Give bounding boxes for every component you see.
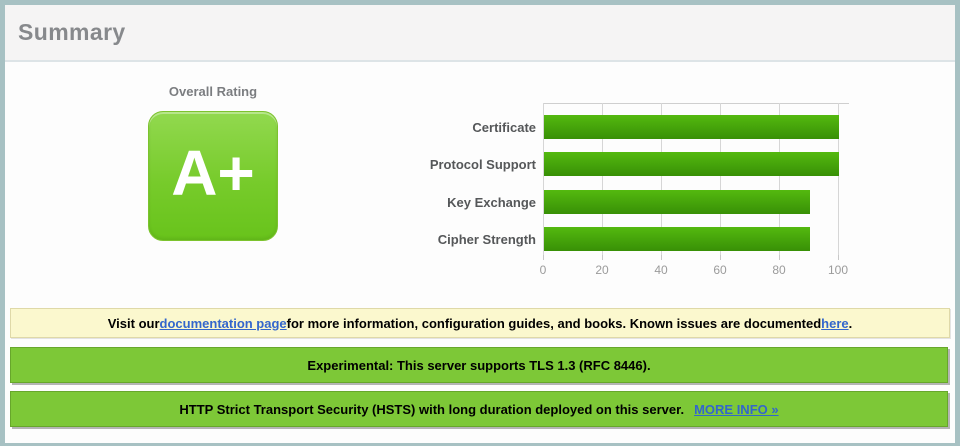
x-axis-tick-mark [543,255,544,260]
x-axis-tick-label: 80 [772,263,786,277]
chart-bar [544,190,810,214]
summary-header: Summary [5,5,955,62]
documentation-notice-text: Visit our [107,315,160,331]
overall-rating-block: Overall Rating A+ [148,84,278,241]
hsts-notice: HTTP Strict Transport Security (HSTS) wi… [10,391,948,427]
chart-bar [544,152,839,176]
chart-category-label: Certificate [472,120,536,135]
chart-bar [544,115,839,139]
x-axis-tick-mark [838,255,839,260]
page-title: Summary [18,19,126,45]
x-axis-tick-mark [720,255,721,260]
rating-bar-chart: 0 20 40 60 80 100 [540,103,848,277]
overall-rating-label: Overall Rating [168,84,258,99]
chart-category-label: Cipher Strength [437,232,536,247]
x-axis-tick-mark [602,255,603,260]
x-axis-tick-mark [779,255,780,260]
x-axis-tick-label: 0 [539,263,547,277]
grade-badge: A+ [148,111,278,241]
chart-category-label: Protocol Support [429,157,536,172]
x-axis-tick-label: 100 [827,263,849,277]
summary-body: Overall Rating A+ 0 20 40 60 80 100 Visit our… [5,62,955,441]
summary-panel: Summary Overall Rating A+ 0 20 40 60 80 100 V… [0,0,960,446]
tls13-experimental-notice: Experimental: This server supports TLS 1… [10,347,948,383]
documentation-notice: Visit our documentation page for more in… [10,308,950,338]
hsts-more-info-link[interactable]: MORE INFO » [694,402,779,417]
x-axis-tick-label: 20 [595,263,609,277]
x-axis-tick-label: 60 [713,263,727,277]
x-axis-tick-label: 40 [654,263,668,277]
tls13-experimental-text: Experimental: This server supports TLS 1… [307,357,651,373]
hsts-text: HTTP Strict Transport Security (HSTS) wi… [179,401,685,417]
chart-bar [544,227,810,251]
chart-category-label: Key Exchange [447,195,536,210]
documentation-page-link[interactable]: documentation page [160,316,287,331]
x-axis-tick-mark [661,255,662,260]
grade-value: A+ [171,137,255,209]
documentation-notice-text: for more information, configuration guid… [286,315,822,331]
known-issues-here-link[interactable]: here [821,316,848,331]
documentation-notice-text: . [848,315,853,331]
